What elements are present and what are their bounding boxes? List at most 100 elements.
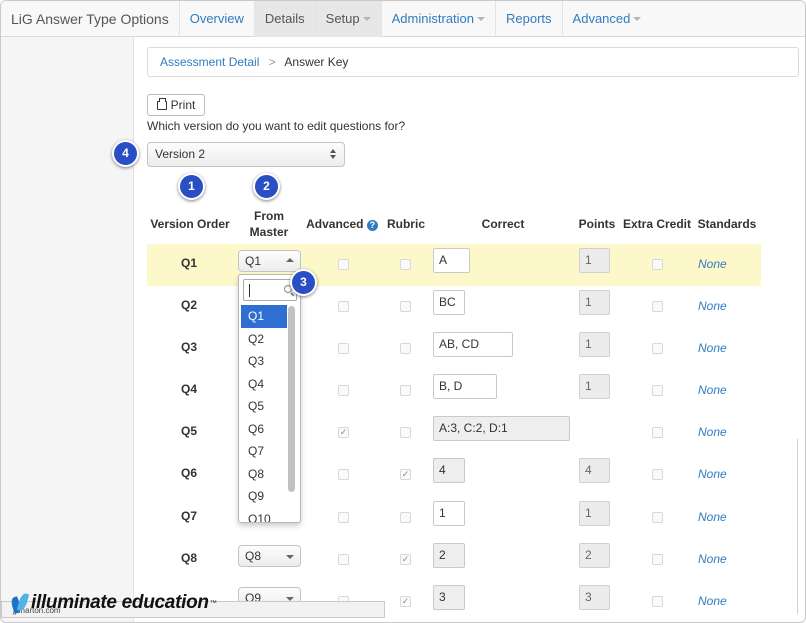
rubric-checkbox[interactable] <box>400 301 411 312</box>
dropdown-option[interactable]: Q2 <box>241 328 287 351</box>
breadcrumb-current: Answer Key <box>284 55 349 69</box>
standards-link[interactable]: None <box>698 341 727 355</box>
illuminate-logo: illuminate education ™ <box>9 591 217 615</box>
question-label: Q2 <box>180 298 197 312</box>
dropdown-option[interactable]: Q7 <box>241 440 287 463</box>
dropdown-scrollbar[interactable] <box>288 306 295 492</box>
nav-overview-label: Overview <box>189 10 244 26</box>
rubric-checkbox[interactable]: ✓ <box>400 596 411 607</box>
correct-answer-input[interactable]: B, D <box>433 374 497 399</box>
nav-reports[interactable]: Reports <box>495 1 562 37</box>
rubric-checkbox[interactable] <box>400 259 411 270</box>
header-standards: Standards <box>697 217 757 231</box>
advanced-checkbox[interactable] <box>338 385 349 396</box>
chevron-down-icon <box>633 17 642 22</box>
points-input[interactable]: 1 <box>579 290 610 315</box>
standards-link[interactable]: None <box>698 510 727 524</box>
header-advanced-label: Advanced <box>306 217 364 231</box>
from-master-select[interactable]: Q1 <box>238 250 301 272</box>
points-input[interactable]: 3 <box>579 585 610 610</box>
nav-details[interactable]: Details <box>253 1 315 37</box>
dropdown-option[interactable]: Q8 <box>241 463 287 486</box>
advanced-checkbox[interactable] <box>338 259 349 270</box>
breadcrumb: Assessment Detail > Answer Key <box>147 47 799 77</box>
standards-link[interactable]: None <box>698 594 727 608</box>
header-extra-credit: Extra Credit <box>622 217 692 231</box>
advanced-checkbox[interactable] <box>338 469 349 480</box>
dropdown-option[interactable]: Q4 <box>241 373 287 396</box>
advanced-checkbox[interactable]: ✓ <box>338 427 349 438</box>
correct-answer-input[interactable]: AB, CD <box>433 332 513 357</box>
dropdown-option[interactable]: Q1 <box>241 305 287 328</box>
rubric-checkbox[interactable] <box>400 512 411 523</box>
question-label: Q5 <box>180 424 197 438</box>
rubric-checkbox[interactable] <box>400 385 411 396</box>
dropdown-option[interactable]: Q10 <box>241 508 287 523</box>
points-input[interactable]: 1 <box>579 374 610 399</box>
dropdown-option[interactable]: Q5 <box>241 395 287 418</box>
nav-administration-label: Administration <box>391 10 475 26</box>
callout-4: 4 <box>112 140 139 167</box>
version-select-value: Version 2 <box>155 147 206 161</box>
correct-answer-input[interactable]: A:3, C:2, D:1 <box>433 416 570 441</box>
text-cursor <box>249 284 250 297</box>
rubric-checkbox[interactable]: ✓ <box>400 469 411 480</box>
extra-credit-checkbox[interactable] <box>652 301 663 312</box>
from-master-select[interactable]: Q8 <box>238 545 301 567</box>
dropdown-option[interactable]: Q6 <box>241 418 287 441</box>
extra-credit-checkbox[interactable] <box>652 427 663 438</box>
select-arrows-icon <box>330 148 338 161</box>
nav-setup-label: Setup <box>325 10 360 26</box>
from-master-value: Q1 <box>245 254 262 268</box>
brand-title[interactable]: LiG Answer Type Options <box>1 1 179 37</box>
points-input[interactable]: 1 <box>579 501 610 526</box>
version-prompt: Which version do you want to edit questi… <box>147 119 406 133</box>
dropdown-option[interactable]: Q9 <box>241 485 287 508</box>
standards-link[interactable]: None <box>698 552 727 566</box>
points-input[interactable]: 1 <box>579 248 610 273</box>
dropdown-option[interactable]: Q3 <box>241 350 287 373</box>
extra-credit-checkbox[interactable] <box>652 259 663 270</box>
extra-credit-checkbox[interactable] <box>652 554 663 565</box>
advanced-checkbox[interactable] <box>338 343 349 354</box>
extra-credit-checkbox[interactable] <box>652 469 663 480</box>
header-from-master: From Master <box>237 209 301 239</box>
points-input[interactable]: 2 <box>579 543 610 568</box>
breadcrumb-assessment-detail[interactable]: Assessment Detail <box>160 55 259 69</box>
nav-overview[interactable]: Overview <box>178 1 254 37</box>
chevron-up-icon <box>286 258 294 262</box>
points-input[interactable]: 1 <box>579 332 610 357</box>
rubric-checkbox[interactable] <box>400 343 411 354</box>
extra-credit-checkbox[interactable] <box>652 343 663 354</box>
advanced-checkbox[interactable] <box>338 512 349 523</box>
app-window: LiG Answer Type Options Overview Details… <box>0 0 806 623</box>
rubric-checkbox[interactable] <box>400 427 411 438</box>
advanced-checkbox[interactable] <box>338 554 349 565</box>
correct-answer-input[interactable]: 1 <box>433 501 465 526</box>
standards-link[interactable]: None <box>698 467 727 481</box>
standards-link[interactable]: None <box>698 425 727 439</box>
nav-setup[interactable]: Setup <box>314 1 381 37</box>
scroll-track <box>797 439 798 614</box>
correct-answer-input[interactable]: BC <box>433 290 465 315</box>
standards-link[interactable]: None <box>698 383 727 397</box>
print-button[interactable]: Print <box>147 94 205 116</box>
nav-administration[interactable]: Administration <box>380 1 495 37</box>
extra-credit-checkbox[interactable] <box>652 512 663 523</box>
extra-credit-checkbox[interactable] <box>652 596 663 607</box>
extra-credit-checkbox[interactable] <box>652 385 663 396</box>
version-select[interactable]: Version 2 <box>147 142 345 167</box>
correct-answer-input[interactable]: A <box>433 248 470 273</box>
rubric-checkbox[interactable]: ✓ <box>400 554 411 565</box>
help-icon[interactable]: ? <box>366 220 378 231</box>
header-points: Points <box>578 217 616 231</box>
nav-advanced[interactable]: Advanced <box>561 1 652 37</box>
points-input[interactable]: 4 <box>579 458 610 483</box>
correct-answer-input[interactable]: 2 <box>433 543 465 568</box>
correct-answer-input[interactable]: 3 <box>433 585 465 610</box>
advanced-checkbox[interactable] <box>338 301 349 312</box>
standards-link[interactable]: None <box>698 299 727 313</box>
standards-link[interactable]: None <box>698 257 727 271</box>
dropdown-search-input[interactable] <box>243 279 297 301</box>
correct-answer-input[interactable]: 4 <box>433 458 465 483</box>
